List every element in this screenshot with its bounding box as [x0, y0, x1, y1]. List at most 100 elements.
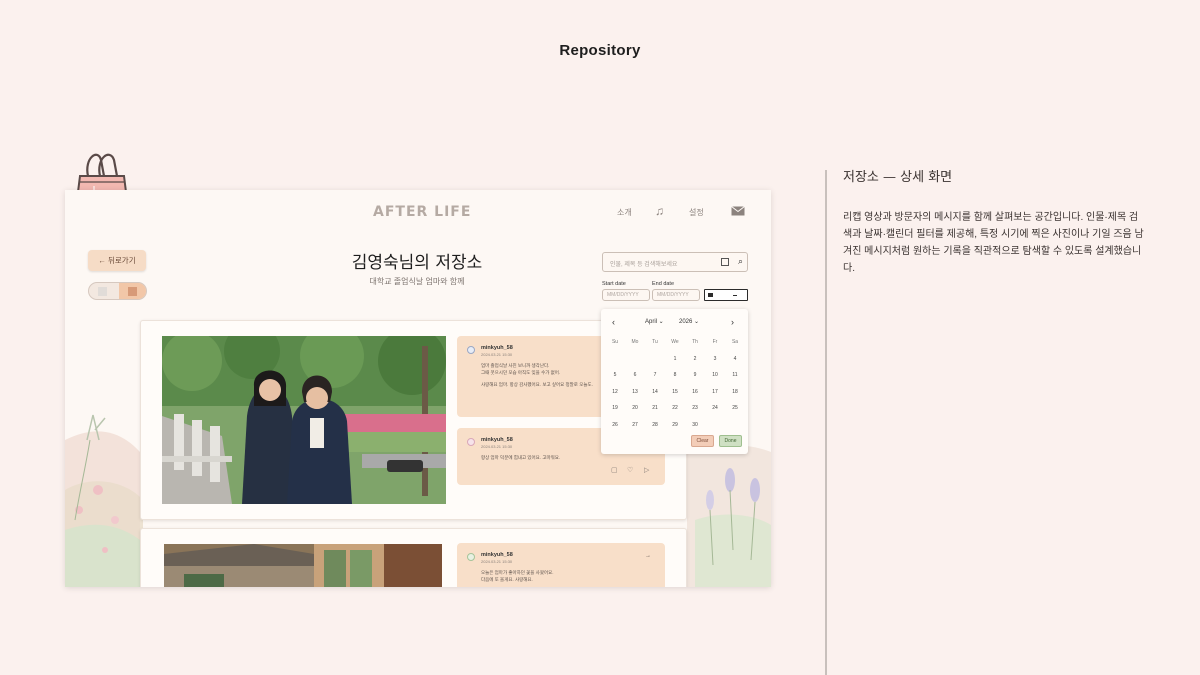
toggle-option-light[interactable] [98, 287, 107, 296]
calendar-day[interactable]: 18 [725, 389, 745, 395]
calendar-day[interactable]: 9 [685, 372, 705, 378]
message-time: 2024.03.21 15:30 [481, 352, 513, 357]
message-author: minkyuh_58 [481, 552, 513, 558]
message-author: minkyuh_58 [481, 345, 513, 351]
memory-photo[interactable] [162, 336, 446, 504]
repository-subtitle: 대학교 졸업식날 엄마와 함께 [369, 277, 465, 286]
arrow-right-icon[interactable]: → [645, 553, 651, 559]
message-line: 오늘은 엄마가 좋아하던 꽃을 사왔어요. [481, 570, 554, 575]
heart-icon[interactable]: ♡ [627, 466, 633, 474]
calendar-day[interactable]: 15 [665, 389, 685, 395]
calendar-day[interactable]: 28 [645, 422, 665, 428]
calendar-day[interactable]: 21 [645, 405, 665, 411]
calendar-day[interactable]: 8 [665, 372, 685, 378]
memory-card: minkyuh_58 2024.03.21 15:30 오늘은 엄마가 좋아하던… [140, 528, 687, 587]
search-input[interactable]: 인물, 제목 등 검색해보세요 ⌕ [602, 252, 748, 272]
weekday-label: Fr [712, 339, 718, 346]
calendar-day[interactable]: 16 [685, 389, 705, 395]
end-date-input[interactable]: MM/DD/YYYY [652, 289, 700, 301]
weekday-label: Sa [731, 339, 739, 346]
nav-intro-link[interactable]: 소개 [617, 207, 632, 218]
nav-settings-link[interactable]: 설정 [689, 207, 704, 218]
calendar-day[interactable]: 1 [665, 356, 685, 362]
calendar-day[interactable]: 10 [705, 372, 725, 378]
page-heading: Repository [559, 42, 641, 59]
share-icon[interactable]: ▷ [644, 466, 649, 474]
date-picker-calendar: ‹ April ⌄ 2026 ⌄ › Su Mo Tu We Th Fr Sa … [601, 309, 748, 454]
calendar-next-button[interactable]: › [731, 317, 734, 327]
message-line: 엄마 졸업식날 사진 보니까 생각난다. [481, 363, 550, 368]
start-date-input[interactable]: MM/DD/YYYY [602, 289, 650, 301]
app-mockup: AFTER LIFE 소개 ♫ 설정 ← 뒤로가기 김영숙님의 저장소 대학교 … [65, 190, 771, 587]
calendar-weekday-row: Su Mo Tu We Th Fr Sa [605, 334, 745, 351]
avatar [467, 438, 475, 446]
dropdown-icon [708, 293, 713, 297]
calendar-day[interactable]: 20 [625, 405, 645, 411]
weekday-label: Su [611, 339, 619, 346]
calendar-clear-button[interactable]: Clear [691, 435, 714, 447]
calendar-day[interactable]: 6 [625, 372, 645, 378]
message-author: minkyuh_58 [481, 437, 513, 443]
date-range-dropdown[interactable] [704, 289, 748, 301]
calendar-day[interactable]: 30 [685, 422, 705, 428]
calendar-day[interactable]: 2 [685, 356, 705, 362]
bookmark-icon[interactable]: ▢ [611, 466, 618, 474]
message-time: 2024.03.21 15:30 [481, 444, 513, 449]
calendar-day[interactable]: 12 [605, 389, 625, 395]
memory-photo[interactable] [164, 544, 442, 587]
view-toggle[interactable] [88, 282, 147, 300]
panel-title: 저장소 — 상세 화면 [843, 170, 953, 185]
calendar-day[interactable]: 7 [645, 372, 665, 378]
app-logo[interactable]: AFTER LIFE [373, 204, 471, 220]
calendar-day[interactable]: 22 [665, 405, 685, 411]
mail-icon[interactable] [731, 206, 745, 216]
weekday-label: Mo [631, 339, 639, 346]
avatar [467, 346, 475, 354]
message-time: 2024.03.21 15:30 [481, 559, 513, 564]
message-card[interactable]: minkyuh_58 2024.03.21 15:30 오늘은 엄마가 좋아하던… [457, 543, 665, 587]
calendar-week-row: 1234 [605, 351, 745, 368]
calendar-day[interactable]: 11 [725, 372, 745, 378]
calendar-weeks: 1 2 3 4 5 6 7 8 9 10 11 12 13 14 15 16 17 18 19 20 21 22 23 24 2… [605, 351, 745, 434]
calendar-icon[interactable] [721, 258, 729, 266]
calendar-day[interactable]: 29 [665, 422, 685, 428]
back-button[interactable]: ← 뒤로가기 [88, 250, 146, 271]
weekday-label: Th [692, 339, 698, 346]
calendar-day[interactable]: 17 [705, 389, 725, 395]
calendar-day[interactable]: 19 [605, 405, 625, 411]
calendar-day[interactable]: 14 [645, 389, 665, 395]
weekday-label: Tu [652, 339, 658, 346]
end-date-label: End date [652, 281, 675, 287]
calendar-done-button[interactable]: Done [719, 435, 742, 447]
calendar-week-row: 5 6 7 8 9 10 11 [605, 367, 745, 384]
calendar-year-select[interactable]: 2026 ⌄ [679, 318, 699, 325]
search-icon[interactable]: ⌕ [738, 256, 743, 267]
calendar-day[interactable]: 26 [605, 422, 625, 428]
message-line: 항상 엄마 덕분에 힘내고 있어요. 고마워요. [481, 455, 561, 460]
calendar-prev-button[interactable]: ‹ [612, 317, 615, 327]
message-line: 그때 웃으시던 모습 아직도 잊을 수가 없어. [481, 370, 561, 375]
calendar-day[interactable]: 3 [705, 356, 725, 362]
calendar-day[interactable]: 4 [725, 356, 745, 362]
calendar-grid: Su Mo Tu We Th Fr Sa 1 2 3 4 5 6 7 8 9 10 11 12 13 14… [605, 334, 745, 433]
calendar-day[interactable]: 5 [605, 372, 625, 378]
calendar-week-row: 12 13 14 15 16 17 18 [605, 384, 745, 401]
dropdown-dash [733, 295, 737, 296]
calendar-day[interactable]: 13 [625, 389, 645, 395]
repository-title: 김영숙님의 저장소 [351, 253, 483, 273]
calendar-week-row: 19 20 21 22 23 24 25 [605, 400, 745, 417]
calendar-week-row: 26 27 28 29 30 [605, 417, 745, 434]
calendar-day[interactable]: 27 [625, 422, 645, 428]
calendar-day[interactable]: 24 [705, 405, 725, 411]
toggle-option-peach[interactable] [119, 283, 146, 299]
music-note-icon[interactable]: ♫ [655, 204, 664, 218]
top-navigation: AFTER LIFE 소개 ♫ 설정 [65, 190, 771, 234]
avatar [467, 553, 475, 561]
panel-divider [825, 170, 827, 675]
calendar-day[interactable]: 25 [725, 405, 745, 411]
calendar-day[interactable]: 23 [685, 405, 705, 411]
calendar-month-select[interactable]: April ⌄ [645, 318, 664, 325]
weekday-label: We [671, 339, 679, 346]
start-date-label: Start date [602, 281, 626, 287]
panel-description: 리캡 영상과 방문자의 메시지를 함께 살펴보는 공간입니다. 인물·제목 검색… [843, 212, 1144, 274]
